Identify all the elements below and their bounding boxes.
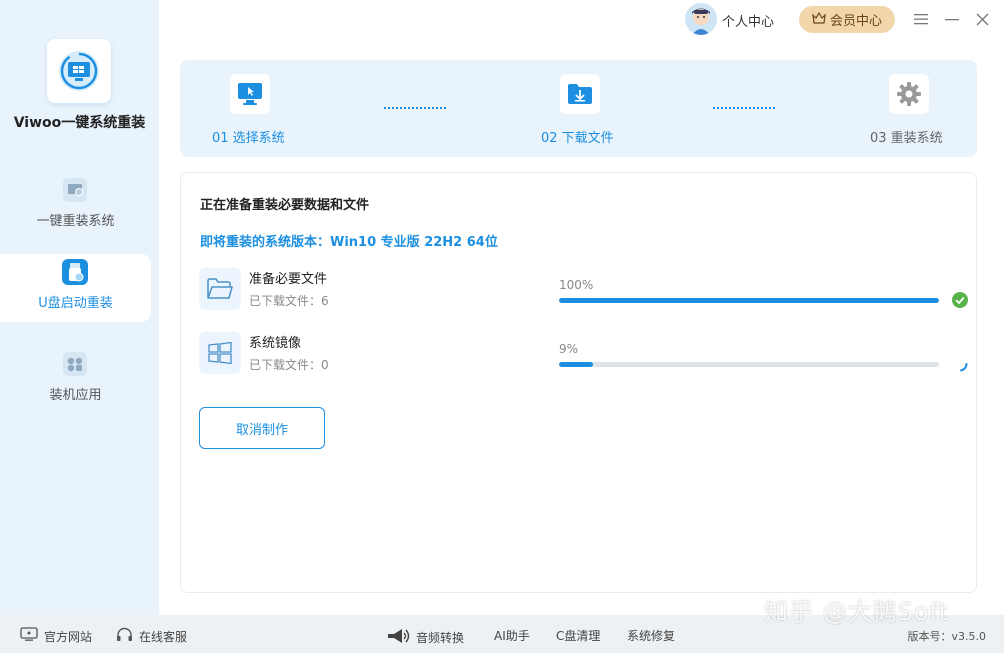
crown-icon bbox=[812, 11, 826, 29]
sidebar-item-usb-reinstall[interactable]: U盘启动重装 bbox=[0, 254, 151, 322]
gear-icon bbox=[889, 74, 929, 114]
step-label: 01 选择系统 bbox=[212, 131, 285, 146]
target-version: 即将重装的系统版本：Win10 专业版 22H2 64位 bbox=[200, 235, 498, 250]
select-system-icon bbox=[230, 74, 270, 114]
task-name: 准备必要文件 bbox=[249, 272, 328, 287]
progress-fill bbox=[559, 298, 939, 303]
task-percent: 9% bbox=[559, 342, 579, 356]
website-link[interactable]: 官方网站 bbox=[20, 627, 92, 645]
vip-center-label: 会员中心 bbox=[829, 14, 882, 29]
progress-card: 正在准备重装必要数据和文件 即将重装的系统版本：Win10 专业版 22H2 6… bbox=[180, 172, 977, 593]
progress-fill bbox=[559, 362, 594, 367]
task-row: 准备必要文件 已下载文件：6 100% bbox=[199, 268, 969, 312]
system-repair-link[interactable]: 系统修复 bbox=[627, 627, 675, 644]
avatar[interactable] bbox=[685, 3, 717, 35]
sidebar-item-label: 一键重装系统 bbox=[36, 214, 115, 229]
task-file-count: 已下载文件：6 bbox=[249, 294, 329, 308]
folder-icon bbox=[199, 268, 241, 310]
service-label: 在线客服 bbox=[139, 630, 188, 644]
task-row: 系统镜像 已下载文件：0 9% bbox=[199, 332, 969, 376]
audio-convert-label: 音频转换 bbox=[416, 631, 465, 645]
step-label: 02 下载文件 bbox=[541, 131, 614, 146]
system-repair-label: 系统修复 bbox=[627, 629, 676, 643]
megaphone-icon bbox=[386, 627, 410, 648]
loading-spinner-icon bbox=[952, 356, 968, 372]
task-file-count: 已下载文件：0 bbox=[249, 358, 329, 372]
ai-assistant-link[interactable]: AI助手 bbox=[494, 627, 530, 644]
audio-convert-link[interactable]: 音频转换 bbox=[386, 627, 464, 648]
step-label: 03 重装系统 bbox=[870, 131, 943, 146]
usb-drive-icon bbox=[61, 258, 89, 286]
step-connector bbox=[384, 107, 446, 109]
monitor-icon bbox=[20, 627, 38, 645]
menu-icon[interactable] bbox=[913, 10, 929, 28]
step-connector bbox=[713, 107, 775, 109]
progress-track bbox=[559, 298, 939, 303]
sidebar: Viwoo一键系统重装 一键重装系统 U盘启动重装 装机应用 bbox=[0, 0, 159, 615]
check-circle-icon bbox=[952, 292, 968, 308]
c-clean-link[interactable]: C盘清理 bbox=[556, 627, 600, 644]
c-clean-label: C盘清理 bbox=[556, 629, 601, 643]
cancel-button[interactable]: 取消制作 bbox=[199, 407, 325, 449]
website-label: 官方网站 bbox=[44, 629, 93, 644]
service-link[interactable]: 在线客服 bbox=[116, 627, 187, 646]
monitor-icon bbox=[61, 176, 89, 204]
sidebar-item-label: U盘启动重装 bbox=[38, 296, 113, 311]
minimize-icon[interactable] bbox=[944, 10, 960, 28]
sidebar-item-apps[interactable]: 装机应用 bbox=[0, 346, 151, 414]
sidebar-item-one-click-reinstall[interactable]: 一键重装系统 bbox=[0, 172, 151, 240]
headset-icon bbox=[116, 627, 133, 646]
progress-track bbox=[559, 362, 939, 367]
user-center-link[interactable]: 个人中心 bbox=[722, 11, 774, 30]
steps-panel: 01 选择系统 02 下载文件 03 重装系统 bbox=[180, 60, 977, 157]
download-file-icon bbox=[560, 74, 600, 114]
app-logo bbox=[47, 39, 111, 103]
app-name: Viwoo一键系统重装 bbox=[13, 115, 146, 131]
task-percent: 100% bbox=[559, 278, 594, 292]
apps-icon bbox=[61, 350, 89, 378]
close-icon[interactable] bbox=[974, 10, 990, 28]
page-title: 正在准备重装必要数据和文件 bbox=[200, 198, 370, 213]
windows-icon bbox=[199, 332, 241, 374]
sidebar-item-label: 装机应用 bbox=[49, 388, 102, 403]
task-name: 系统镜像 bbox=[249, 336, 302, 351]
version-label: 版本号：v3.5.0 bbox=[907, 630, 987, 643]
ai-assistant-label: AI助手 bbox=[494, 629, 530, 643]
watermark: 知乎 @大鹅Soft bbox=[764, 598, 949, 626]
vip-center-button[interactable]: 会员中心 bbox=[799, 6, 895, 33]
